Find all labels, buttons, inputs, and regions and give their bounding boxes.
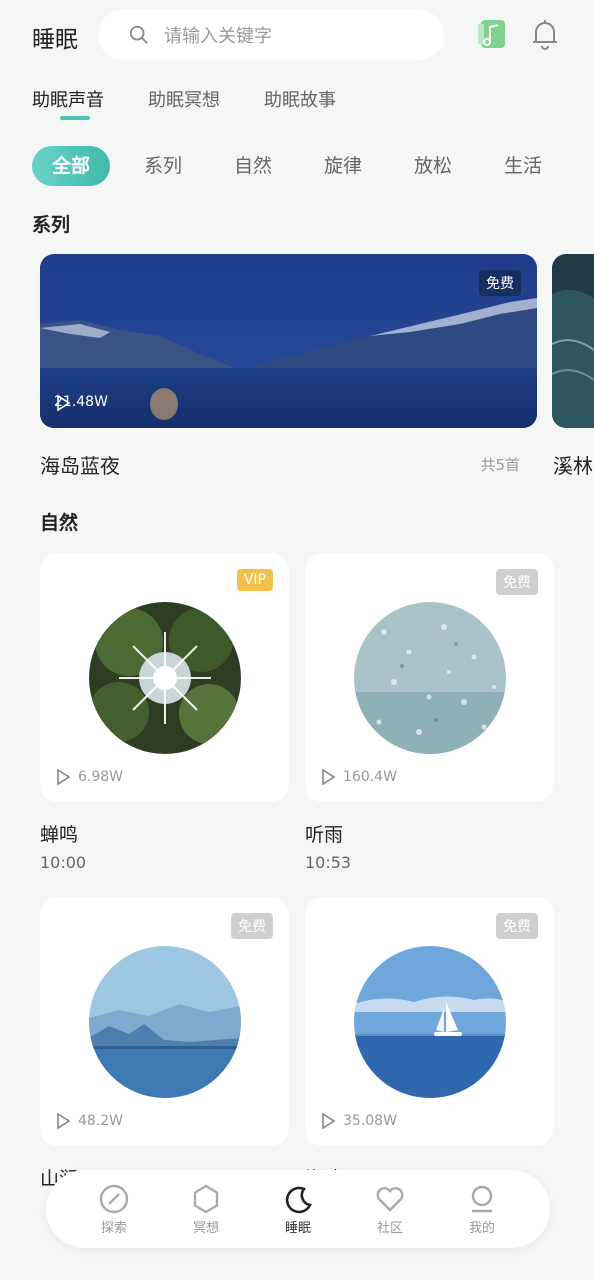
vip-badge: VIP <box>236 569 273 591</box>
cover-image <box>354 946 506 1098</box>
free-badge: 免费 <box>496 569 538 595</box>
chip-life[interactable]: 生活 <box>504 146 542 186</box>
nav-community[interactable]: 社区 <box>360 1183 420 1236</box>
series-cover-image <box>40 254 537 428</box>
chip-all[interactable]: 全部 <box>32 146 110 186</box>
card-title: 蝉鸣 <box>40 824 79 846</box>
sound-card-mountain-stream[interactable]: 免费 48.2W <box>40 897 289 1146</box>
series-name-next: 溪林 <box>553 454 593 478</box>
sound-card-rain[interactable]: 免费 160.4W <box>305 553 554 802</box>
tab-sleep-stories[interactable]: 助眠故事 <box>264 86 336 122</box>
nav-meditation[interactable]: 冥想 <box>176 1183 236 1236</box>
play-icon <box>57 394 71 412</box>
chip-relax[interactable]: 放松 <box>414 146 452 186</box>
bell-icon[interactable] <box>530 18 560 50</box>
chip-melody[interactable]: 旋律 <box>324 146 362 186</box>
series-name: 海岛蓝夜 <box>40 454 120 478</box>
search-icon <box>129 25 148 44</box>
free-badge: 免费 <box>479 270 521 296</box>
play-icon <box>57 768 71 786</box>
tab-sleep-meditation[interactable]: 助眠冥想 <box>148 86 220 122</box>
bottom-nav: 探索 冥想 睡眠 社区 我的 <box>46 1170 550 1248</box>
section-title-nature: 自然 <box>40 512 79 534</box>
sound-card-cicada[interactable]: VIP 6.98W <box>40 553 289 802</box>
free-badge: 免费 <box>496 913 538 939</box>
play-icon <box>322 768 336 786</box>
sound-card-sea[interactable]: 免费 35.08W <box>305 897 554 1146</box>
compass-icon <box>99 1184 129 1213</box>
hexagon-icon <box>193 1184 219 1213</box>
heart-icon <box>376 1186 404 1212</box>
series-card[interactable]: 免费 21.48W <box>40 254 537 428</box>
card-duration: 10:00 <box>40 853 87 872</box>
tab-bar: 助眠声音 助眠冥想 助眠故事 <box>32 86 380 122</box>
play-icon <box>57 1112 71 1130</box>
series-cover-image-next <box>552 254 594 428</box>
play-count: 160.4W <box>319 768 397 786</box>
search-input[interactable]: 请输入关键字 <box>98 10 444 60</box>
play-count: 35.08W <box>319 1112 397 1130</box>
cover-image <box>354 602 506 754</box>
cover-image <box>89 602 241 754</box>
series-card-next[interactable] <box>552 254 594 428</box>
series-track-count: 共5首 <box>480 456 520 474</box>
music-icon[interactable] <box>478 18 508 50</box>
nav-profile[interactable]: 我的 <box>452 1183 512 1236</box>
free-badge: 免费 <box>231 913 273 939</box>
card-title: 听雨 <box>305 824 344 846</box>
cover-image <box>89 946 241 1098</box>
tab-sleep-sounds[interactable]: 助眠声音 <box>32 86 104 122</box>
user-icon <box>471 1185 493 1212</box>
nav-sleep[interactable]: 睡眠 <box>268 1183 328 1236</box>
play-count: 48.2W <box>54 1112 123 1130</box>
chip-nature[interactable]: 自然 <box>234 146 272 186</box>
moon-icon <box>285 1186 312 1213</box>
search-placeholder: 请输入关键字 <box>164 26 272 47</box>
filter-chips: 全部 系列 自然 旋律 放松 生活 <box>32 146 594 186</box>
section-title-series: 系列 <box>32 214 71 236</box>
play-count: 6.98W <box>54 768 123 786</box>
play-icon <box>322 1112 336 1130</box>
chip-series[interactable]: 系列 <box>144 146 182 186</box>
header: 睡眠 请输入关键字 <box>0 0 594 70</box>
nav-explore[interactable]: 探索 <box>84 1183 144 1236</box>
page-title: 睡眠 <box>32 27 78 53</box>
card-duration: 10:53 <box>305 853 352 872</box>
play-count: 21.48W <box>54 394 108 412</box>
